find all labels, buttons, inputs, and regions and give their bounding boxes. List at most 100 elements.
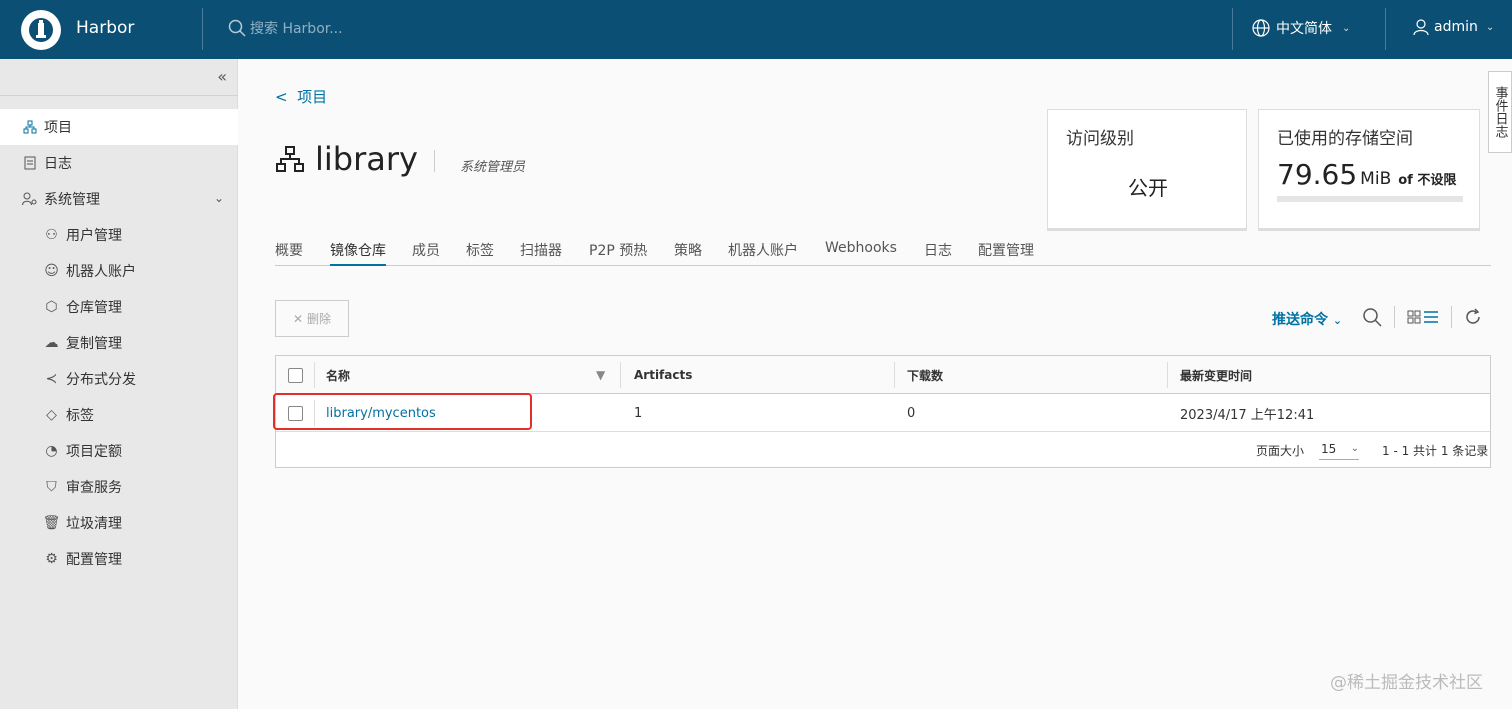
view-toggle-icon[interactable]: [1407, 310, 1439, 324]
user-icon: [1413, 19, 1429, 36]
toolbar-icons: [1362, 306, 1482, 328]
sidebar-item-label: 日志: [44, 156, 72, 172]
delete-label: 删除: [307, 312, 332, 326]
gear-icon: ⚙: [45, 551, 58, 567]
access-level-value: 公开: [1128, 176, 1168, 200]
sidebar: « 项目 日志 系统管理 ⌄ ⚇ 用户管理 ☺ 机器人账户 ⬡ 仓库管理 ☁ 复…: [0, 59, 238, 709]
cube-icon: ⬡: [45, 299, 58, 315]
tab-webhooks[interactable]: Webhooks: [825, 240, 897, 266]
select-all-cell: [288, 356, 303, 394]
language-selector[interactable]: 中文简体 ⌄: [1252, 18, 1350, 38]
select-all-checkbox[interactable]: [288, 367, 303, 383]
annotation-highlight-box: [273, 393, 532, 430]
project-icon: [22, 120, 37, 135]
project-tabs: 概要 镜像仓库 成员 标签 扫描器 P2P 预热 策略 机器人账户 Webhoo…: [275, 238, 1491, 266]
tab-robot-accounts[interactable]: 机器人账户: [728, 240, 798, 266]
sidebar-item-label: 垃圾清理: [66, 516, 122, 532]
sidebar-item-gc[interactable]: 🗑 垃圾清理: [0, 505, 238, 541]
sidebar-item-distributions[interactable]: ≺ 分布式分发: [0, 361, 238, 397]
back-label: 项目: [297, 88, 328, 106]
sidebar-item-label: 复制管理: [66, 336, 122, 352]
close-icon: ✕: [292, 311, 304, 326]
tab-scanner[interactable]: 扫描器: [520, 240, 562, 266]
card-title: 已使用的存储空间: [1277, 129, 1413, 149]
language-label: 中文简体: [1276, 21, 1332, 37]
sidebar-item-label: 审查服务: [66, 480, 122, 496]
sidebar-item-label: 分布式分发: [66, 372, 136, 388]
sidebar-item-projects[interactable]: 项目: [0, 109, 238, 145]
artifacts-count: 1: [634, 405, 643, 421]
users-icon: ⚇: [45, 227, 58, 243]
watermark: @稀土掘金技术社区: [1330, 673, 1483, 693]
column-header-updated[interactable]: 最新变更时间: [1180, 356, 1252, 394]
delete-button[interactable]: ✕ 删除: [275, 300, 349, 337]
sidebar-item-label: 系统管理: [44, 192, 100, 208]
sidebar-nav: 项目 日志 系统管理 ⌄ ⚇ 用户管理 ☺ 机器人账户 ⬡ 仓库管理 ☁ 复制管…: [0, 109, 238, 577]
sidebar-item-label: 仓库管理: [66, 300, 122, 316]
tab-configuration[interactable]: 配置管理: [978, 240, 1034, 266]
tab-labels[interactable]: 标签: [466, 240, 494, 266]
column-header-downloads[interactable]: 下载数: [907, 356, 943, 394]
storage-unit: MiB: [1360, 169, 1392, 189]
column-header-name[interactable]: 名称: [326, 356, 350, 394]
project-role: 系统管理员: [460, 160, 526, 175]
table-header: 名称 ▼ Artifacts 下载数 最新变更时间: [276, 356, 1490, 394]
shield-icon: ⛉: [46, 479, 57, 495]
tab-policy[interactable]: 策略: [674, 240, 702, 266]
sidebar-divider: [0, 95, 238, 96]
sidebar-item-system-admin[interactable]: 系统管理 ⌄: [0, 181, 238, 217]
chevron-down-icon: ⌄: [1332, 314, 1343, 327]
header-divider: [1385, 8, 1386, 50]
sidebar-item-quotas[interactable]: ◔ 项目定额: [0, 433, 238, 469]
chevron-down-icon: ⌄: [1350, 443, 1359, 454]
sidebar-item-label: 项目: [44, 120, 72, 136]
filter-icon[interactable]: ▼: [596, 368, 605, 382]
sidebar-item-labels[interactable]: ◇ 标签: [0, 397, 238, 433]
storage-progress-bar: [1277, 196, 1463, 202]
sidebar-item-label: 机器人账户: [66, 264, 136, 280]
tab-members[interactable]: 成员: [412, 240, 440, 266]
global-search[interactable]: 搜索 Harbor...: [228, 18, 343, 38]
quota-icon: ◔: [45, 443, 58, 459]
sidebar-item-registries[interactable]: ⬡ 仓库管理: [0, 289, 238, 325]
tab-summary[interactable]: 概要: [275, 240, 303, 266]
search-input[interactable]: 搜索 Harbor...: [250, 18, 343, 38]
chevron-down-icon: ⌄: [213, 191, 224, 205]
project-icon: [276, 146, 304, 172]
username: admin: [1434, 19, 1478, 35]
sidebar-item-replications[interactable]: ☁ 复制管理: [0, 325, 238, 361]
column-header-artifacts[interactable]: Artifacts: [634, 356, 692, 394]
sidebar-item-robot-accounts[interactable]: ☺ 机器人账户: [0, 253, 238, 289]
user-menu[interactable]: admin ⌄: [1412, 18, 1494, 36]
project-title: library: [275, 140, 418, 178]
app-name[interactable]: Harbor: [76, 18, 134, 38]
sidebar-item-label: 用户管理: [66, 228, 122, 244]
search-icon[interactable]: [1362, 307, 1382, 327]
page-size-select[interactable]: 15 ⌄: [1319, 438, 1359, 460]
chevron-down-icon: ⌄: [1342, 22, 1351, 34]
sidebar-item-interrogation[interactable]: ⛉ 审查服务: [0, 469, 238, 505]
column-divider: [894, 362, 895, 388]
table-footer: 页面大小 15 ⌄ 1 - 1 共计 1 条记录: [276, 432, 1490, 468]
collapse-sidebar-icon[interactable]: «: [217, 67, 227, 86]
sidebar-item-configuration[interactable]: ⚙ 配置管理: [0, 541, 238, 577]
tab-repositories[interactable]: 镜像仓库: [330, 240, 386, 266]
tab-p2p-preheat[interactable]: P2P 预热: [589, 240, 647, 266]
storage-value: 79.65 MiB of 不设限: [1277, 158, 1456, 191]
sidebar-item-users[interactable]: ⚇ 用户管理: [0, 217, 238, 253]
sidebar-item-logs[interactable]: 日志: [0, 145, 238, 181]
harbor-logo-icon[interactable]: [21, 10, 61, 50]
push-command-dropdown[interactable]: 推送命令 ⌄: [1272, 309, 1342, 329]
storage-card: 已使用的存储空间 79.65 MiB of 不设限: [1258, 109, 1480, 229]
card-title: 访问级别: [1066, 129, 1134, 149]
refresh-icon[interactable]: [1464, 308, 1482, 326]
tab-logs[interactable]: 日志: [924, 240, 952, 266]
storage-limit: of 不设限: [1398, 173, 1457, 188]
back-to-projects-link[interactable]: < 项目: [275, 86, 327, 107]
globe-icon: [1252, 19, 1270, 37]
event-log-tab[interactable]: 事件日志: [1488, 71, 1512, 153]
header-divider: [1232, 8, 1233, 50]
page-size-value: 15: [1321, 441, 1337, 456]
column-divider: [620, 362, 621, 388]
header-divider: [202, 8, 203, 50]
